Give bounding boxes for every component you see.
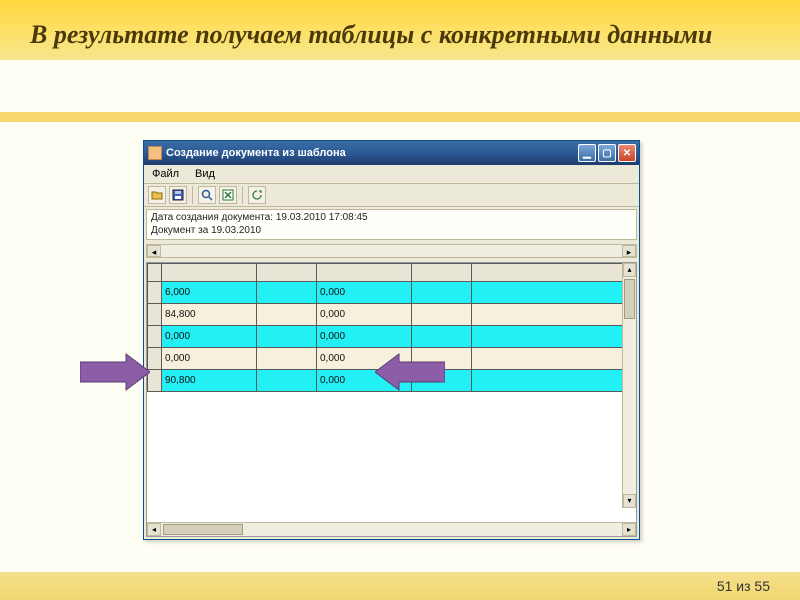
slide-title: В результате получаем таблицы с конкретн… [0,0,800,60]
scroll-thumb[interactable] [163,524,243,535]
app-icon [148,146,162,160]
upper-scroll-area: ◂ ▸ [144,242,639,260]
cell-value[interactable]: 90,800 [162,370,257,392]
toolbar-separator [242,186,243,204]
window-titlebar: Создание документа из шаблона ▁ ▢ ✕ [144,141,639,165]
doc-created-line: Дата создания документа: 19.03.2010 17:0… [151,212,632,225]
menu-view[interactable]: Вид [191,167,219,181]
mini-hscrollbar[interactable]: ◂ ▸ [146,244,637,258]
cell-value[interactable]: 0,000 [162,348,257,370]
slide-footer: 51 из 55 [0,572,800,600]
scroll-left-icon[interactable]: ◂ [147,523,161,536]
cell-value[interactable]: 84,800 [162,304,257,326]
excel-icon[interactable] [219,186,237,204]
menu-file[interactable]: Файл [148,167,183,181]
cell-value[interactable]: 0,000 [317,326,412,348]
open-icon[interactable] [148,186,166,204]
vertical-scrollbar[interactable]: ▴ ▾ [622,263,636,508]
maximize-button[interactable]: ▢ [598,144,616,162]
cell-value[interactable]: 0,000 [162,326,257,348]
table-row[interactable]: 0,000 0,000 [148,326,636,348]
cell-value[interactable]: 0,000 [317,282,412,304]
scroll-thumb[interactable] [624,279,635,319]
data-grid: 6,000 0,000 84,800 0,000 0,000 [146,262,637,537]
callout-arrow-right [375,350,445,394]
doc-date-line: Документ за 19.03.2010 [151,225,632,238]
document-info: Дата создания документа: 19.03.2010 17:0… [146,209,637,240]
app-window: Создание документа из шаблона ▁ ▢ ✕ Файл… [143,140,640,540]
preview-icon[interactable] [198,186,216,204]
close-button[interactable]: ✕ [618,144,636,162]
toolbar [144,184,639,207]
scroll-up-icon[interactable]: ▴ [623,263,636,277]
menu-bar: Файл Вид [144,165,639,184]
table-row[interactable]: 6,000 0,000 [148,282,636,304]
minimize-button[interactable]: ▁ [578,144,596,162]
divider-strip [0,112,800,122]
scroll-right-icon[interactable]: ▸ [622,245,636,257]
window-title: Создание документа из шаблона [166,147,576,159]
page-counter: 51 из 55 [717,578,770,594]
scroll-left-icon[interactable]: ◂ [147,245,161,257]
table-header-row [148,264,636,282]
cell-value[interactable]: 0,000 [317,304,412,326]
scroll-right-icon[interactable]: ▸ [622,523,636,536]
refresh-icon[interactable] [248,186,266,204]
save-icon[interactable] [169,186,187,204]
callout-arrow-left [80,350,150,394]
cell-value[interactable]: 6,000 [162,282,257,304]
table-row[interactable]: 84,800 0,000 [148,304,636,326]
horizontal-scrollbar[interactable]: ◂ ▸ [147,522,636,536]
scroll-down-icon[interactable]: ▾ [623,494,636,508]
toolbar-separator [192,186,193,204]
